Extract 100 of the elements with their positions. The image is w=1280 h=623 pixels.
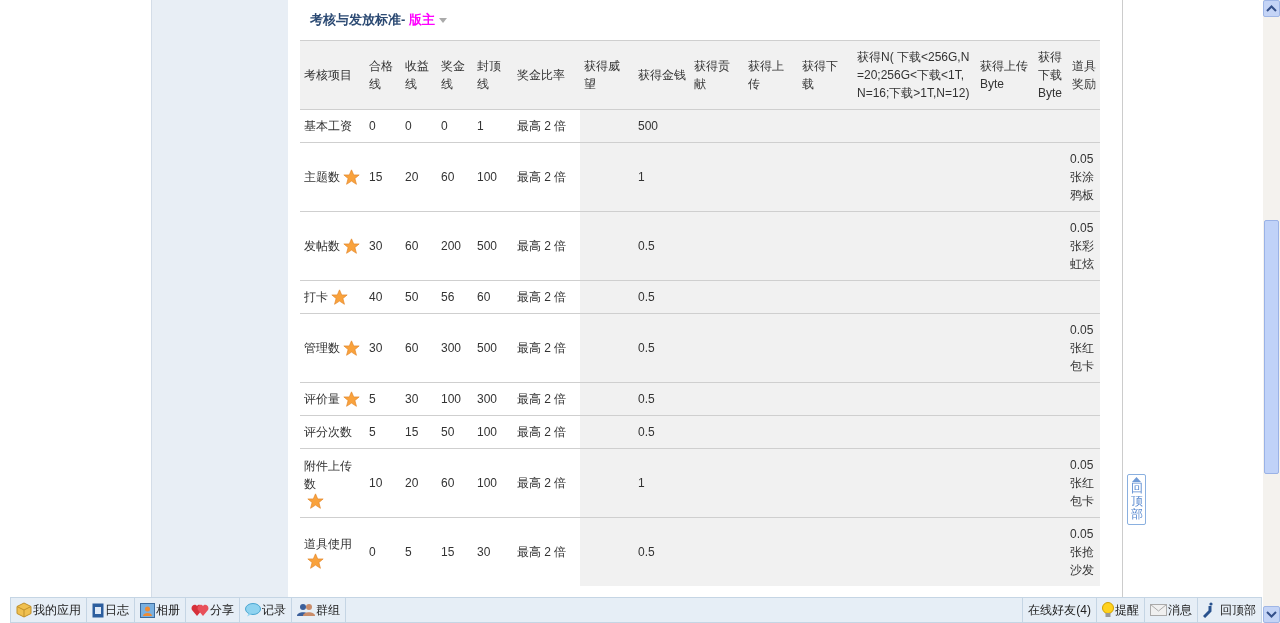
toolbar-button[interactable]: 群组 (292, 598, 346, 622)
table-cell: 500 (477, 341, 498, 355)
column-header: 获得下载 (798, 40, 853, 110)
table-cell: 30 (477, 545, 491, 559)
table-cell: 最高 2 倍 (517, 290, 567, 304)
picture-icon (140, 602, 155, 618)
table-cell: 0.5 (638, 290, 655, 304)
table-cell: 最高 2 倍 (517, 476, 567, 490)
speech-bubble-icon (245, 603, 261, 617)
column-header: 获得上传Byte (976, 40, 1034, 110)
table-cell: 0.05张抢沙发 (1070, 527, 1094, 577)
table-cell: 60 (441, 476, 455, 490)
table-cell: 300 (441, 341, 462, 355)
column-header: 获得上传 (744, 40, 798, 110)
table-cell: 0 (441, 119, 448, 133)
toolbar-button[interactable]: 分享 (186, 598, 240, 622)
table-cell: 56 (441, 290, 455, 304)
column-header: 获得金钱 (634, 40, 690, 110)
table-cell: 最高 2 倍 (517, 239, 567, 253)
table-cell: 5 (369, 425, 376, 439)
table-cell: 30 (369, 341, 383, 355)
table-cell: 40 (369, 290, 383, 304)
table-cell: 0 (369, 545, 376, 559)
table-cell: 50 (441, 425, 455, 439)
table-cell-text: 评价量 (304, 391, 340, 408)
table-cell-text: 道具使用 (304, 535, 352, 553)
table-cell: 最高 2 倍 (517, 392, 567, 406)
table-cell: 10 (369, 476, 383, 490)
column-header: 收益线 (401, 40, 437, 110)
table-cell: 最高 2 倍 (517, 119, 567, 133)
column-header: 获得下载Byte (1034, 40, 1068, 110)
table-cell: 0.05张红包卡 (1070, 323, 1094, 373)
table-cell: 30 (369, 239, 383, 253)
table-cell: 60 (441, 170, 455, 184)
table-cell: 15 (441, 545, 455, 559)
table-cell: 15 (369, 170, 383, 184)
column-header: 获得威望 (580, 40, 634, 110)
table-cell: 100 (441, 392, 462, 406)
table-cell: 最高 2 倍 (517, 545, 567, 559)
back-to-top-button[interactable]: 回顶部 (1127, 474, 1146, 525)
caret-icon (439, 18, 448, 24)
toolbar-button[interactable]: 消息 (1144, 598, 1197, 622)
table-cell: 60 (477, 290, 491, 304)
toolbar-button[interactable]: 记录 (240, 598, 292, 622)
table-cell: 500 (638, 119, 659, 133)
table-cell: 100 (477, 170, 498, 184)
toolbar-button[interactable]: 相册 (135, 598, 186, 622)
scrollbar-drawing[interactable] (1263, 0, 1280, 623)
table-cell: 0.5 (638, 425, 655, 439)
table-cell: 1 (638, 170, 645, 184)
table-cell: 最高 2 倍 (517, 170, 567, 184)
column-header: 道具奖励 (1068, 40, 1100, 110)
table-cell: 最高 2 倍 (517, 425, 567, 439)
table-cell-text: 评分次数 (304, 424, 352, 441)
table-cell: 15 (405, 425, 419, 439)
table-cell: 1 (638, 476, 645, 490)
column-header: 合格线 (365, 40, 401, 110)
table-cell: 0.05张红包卡 (1070, 458, 1094, 508)
light-bulb-icon (1102, 602, 1114, 618)
toolbar-button[interactable]: 回顶部 (1197, 598, 1261, 622)
book-icon (92, 602, 104, 618)
table-cell-text: 打卡 (304, 289, 328, 306)
table-cell-text: 管理数 (304, 340, 340, 357)
table-cell-text: 发帖数 (304, 238, 340, 255)
table-cell: 20 (405, 170, 419, 184)
column-header: 考核项目 (300, 40, 365, 110)
table-cell: 0.5 (638, 239, 655, 253)
column-header: 获得贡献 (690, 40, 744, 110)
table-cell: 100 (477, 476, 498, 490)
toolbar-button[interactable]: 日志 (87, 598, 135, 622)
table-cell: 60 (405, 239, 419, 253)
toolbar-button[interactable]: 提醒 (1096, 598, 1144, 622)
table-cell: 100 (477, 425, 498, 439)
section-title: 考核与发放标准- (310, 11, 406, 29)
toolbar-button[interactable]: 我的应用 (11, 598, 87, 622)
table-cell: 0.05张彩虹炫 (1070, 221, 1094, 271)
people-icon (297, 603, 315, 617)
toolbar-button[interactable]: 在线好友(4) (1022, 598, 1096, 622)
table-cell: 最高 2 倍 (517, 341, 567, 355)
table-cell: 0 (369, 119, 376, 133)
table-cell: 50 (405, 290, 419, 304)
table-cell: 20 (405, 476, 419, 490)
table-cell: 200 (441, 239, 462, 253)
table-cell: 0.05张涂鸦板 (1070, 152, 1094, 202)
table-cell: 300 (477, 392, 498, 406)
table-cell-text: 主题数 (304, 169, 340, 186)
column-header: 封顶线 (473, 40, 513, 110)
column-header: 奖金线 (437, 40, 473, 110)
hearts-icon (191, 603, 209, 617)
envelope-icon (1150, 604, 1167, 616)
table-cell: 0.5 (638, 392, 655, 406)
table-cell-text: 基本工资 (304, 118, 352, 135)
table-cell: 30 (405, 392, 419, 406)
table-cell: 0 (405, 119, 412, 133)
table-cell-text: 附件上传数 (304, 457, 353, 493)
table-cell: 500 (477, 239, 498, 253)
column-header: 奖金比率 (513, 40, 580, 110)
column-header: 获得N( 下载<256G,N=20;256G<下载<1T,N=16;下载>1T,N=12) (853, 40, 976, 110)
up-triangle-icon (1132, 477, 1141, 482)
box-icon (16, 602, 32, 618)
